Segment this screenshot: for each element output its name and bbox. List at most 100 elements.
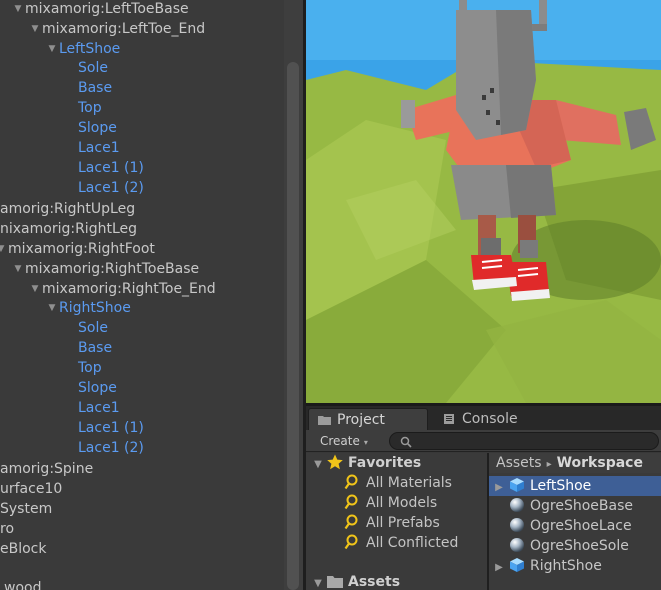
hierarchy-row[interactable]: ▼ mixamorig:RightToe_End	[28, 279, 216, 299]
search-filter-icon	[344, 474, 358, 490]
hierarchy-row-prefab[interactable]: ▼ LeftShoe	[45, 39, 121, 59]
create-button-label: Create	[320, 434, 360, 448]
folder-icon	[327, 576, 343, 588]
hierarchy-panel: ▼ mixamorig:LeftToeBase ▼ mixamorig:LeftTo…	[0, 0, 303, 590]
folder-icon	[318, 416, 331, 425]
favorites-tree: ▼ Favorites All Materials All Models All …	[306, 453, 487, 590]
favorites-header[interactable]: ▼ Favorites	[310, 453, 421, 473]
asset-item[interactable]: OgreShoeBase	[489, 496, 661, 516]
hierarchy-row-label: amorig:RightUpLeg	[0, 201, 136, 217]
hierarchy-row-prefab[interactable]: Lace1 (2)	[78, 178, 144, 198]
asset-item[interactable]: OgreShoeLace	[489, 516, 661, 536]
hierarchy-row[interactable]: ▼ mixamorig:RightFoot	[0, 239, 155, 259]
hierarchy-scrollbar-thumb[interactable]	[287, 62, 299, 590]
hierarchy-row[interactable]: eBlock	[0, 539, 46, 559]
breadcrumb-current[interactable]: Workspace	[557, 455, 643, 471]
hierarchy-row[interactable]: amorig:Spine	[0, 459, 93, 479]
hierarchy-row-label: mixamorig:RightFoot	[8, 241, 155, 257]
console-icon	[444, 414, 454, 424]
breadcrumb-root[interactable]: Assets	[496, 455, 542, 471]
expand-arrow-icon[interactable]: ▼	[45, 39, 59, 59]
hierarchy-row-label: mixamorig:LeftToe_End	[42, 21, 206, 37]
hierarchy-row-prefab[interactable]: Sole	[78, 58, 108, 78]
asset-item-label: LeftShoe	[530, 478, 592, 494]
material-sphere-icon	[510, 518, 524, 532]
asset-item-label: OgreShoeLace	[530, 518, 632, 534]
search-filter-icon	[344, 514, 358, 530]
expand-arrow-icon[interactable]: ▶	[489, 558, 509, 578]
hierarchy-row-prefab[interactable]: Sole	[78, 318, 108, 338]
hierarchy-row[interactable]: urface10	[0, 479, 62, 499]
tab-project[interactable]: Project	[308, 408, 428, 430]
favorites-item-label: All Conflicted	[366, 535, 459, 551]
favorites-item[interactable]: All Models	[344, 493, 437, 513]
collapse-arrow-icon[interactable]: ▼	[310, 574, 326, 590]
scene-render	[306, 0, 661, 403]
hierarchy-row[interactable]: ro	[0, 519, 14, 539]
hierarchy-row-label: Lace1 (2)	[78, 180, 144, 196]
collapse-arrow-icon[interactable]: ▼	[310, 455, 326, 475]
expand-arrow-icon[interactable]: ▼	[28, 19, 42, 39]
expand-arrow-icon[interactable]: ▼	[0, 239, 8, 259]
bottom-tabbar: Project Console	[306, 406, 661, 430]
material-sphere-icon	[510, 498, 524, 512]
hierarchy-row-prefab[interactable]: Top	[78, 98, 102, 118]
favorites-item-label: All Prefabs	[366, 515, 440, 531]
expand-arrow-icon[interactable]: ▼	[11, 259, 25, 279]
hierarchy-row-prefab[interactable]: Base	[78, 338, 112, 358]
expand-arrow-icon[interactable]: ▼	[45, 298, 59, 318]
asset-item[interactable]: ▶ LeftShoe	[489, 476, 661, 496]
hierarchy-row-prefab[interactable]: Base	[78, 78, 112, 98]
asset-item-label: RightShoe	[530, 558, 602, 574]
hierarchy-row-prefab[interactable]: Slope	[78, 118, 117, 138]
search-input[interactable]	[389, 432, 659, 450]
hierarchy-row-prefab[interactable]: ▼ RightShoe	[45, 298, 131, 318]
hierarchy-row-prefab[interactable]: Lace1	[78, 138, 120, 158]
expand-arrow-icon[interactable]: ▶	[489, 478, 509, 498]
hierarchy-row-label: Base	[78, 340, 113, 356]
hierarchy-row[interactable]: System	[0, 499, 52, 519]
asset-item[interactable]: ▶ RightShoe	[489, 556, 661, 576]
hierarchy-row[interactable]: nixamorig:RightLeg	[0, 219, 137, 239]
favorites-item[interactable]: All Prefabs	[344, 513, 440, 533]
expand-arrow-icon[interactable]: ▼	[28, 279, 42, 299]
hierarchy-row-prefab[interactable]: Lace1 (1)	[78, 418, 144, 438]
hierarchy-row-label: Lace1	[78, 400, 120, 416]
asset-item[interactable]: OgreShoeSole	[489, 536, 661, 556]
hierarchy-row[interactable]: ▼ mixamorig:LeftToeBase	[11, 0, 189, 19]
prefab-cube-icon	[510, 478, 524, 492]
hierarchy-row-label: amorig:Spine	[0, 461, 94, 477]
favorites-item-label: All Models	[366, 495, 438, 511]
hierarchy-row-label: Lace1 (2)	[78, 440, 144, 456]
hierarchy-row[interactable]: ▼ mixamorig:RightToeBase	[11, 259, 200, 279]
assets-folder-label: Assets	[348, 574, 401, 590]
breadcrumb-separator-icon: ▸	[546, 459, 552, 470]
hierarchy-row-prefab[interactable]: Lace1 (2)	[78, 438, 144, 458]
hierarchy-row-label: mixamorig:RightToeBase	[25, 261, 200, 277]
create-button[interactable]: Create ▾	[314, 432, 374, 450]
tab-console[interactable]: Console	[434, 408, 554, 430]
favorites-item[interactable]: All Materials	[344, 473, 452, 493]
hierarchy-row-prefab[interactable]: Top	[78, 358, 102, 378]
hierarchy-row[interactable]: ▼ mixamorig:LeftToe_End	[28, 19, 206, 39]
tab-console-label: Console	[462, 411, 518, 427]
hierarchy-row-prefab[interactable]: Slope	[78, 378, 117, 398]
hierarchy-row-prefab[interactable]: Lace1	[78, 398, 120, 418]
hierarchy-row-label: Base	[78, 80, 113, 96]
material-sphere-icon	[510, 538, 524, 552]
expand-arrow-icon[interactable]: ▼	[11, 0, 25, 19]
assets-folder-header[interactable]: ▼ Assets	[310, 572, 400, 590]
hierarchy-row[interactable]: amorig:RightUpLeg	[0, 199, 135, 219]
hierarchy-row-label: System	[0, 501, 53, 517]
hierarchy-row[interactable]: wood	[4, 578, 41, 590]
scene-view[interactable]	[306, 0, 661, 403]
search-filter-icon	[344, 494, 358, 510]
hierarchy-row-prefab[interactable]: Lace1 (1)	[78, 158, 144, 178]
hierarchy-row-label: mixamorig:LeftToeBase	[25, 1, 189, 17]
favorites-item[interactable]: All Conflicted	[344, 533, 458, 553]
tab-project-label: Project	[337, 412, 385, 428]
assets-list: Assets ▸ Workspace ▶ LeftShoe OgreShoeBase …	[489, 453, 661, 590]
hierarchy-row-label: Top	[78, 360, 102, 376]
asset-item-label: OgreShoeSole	[530, 538, 629, 554]
hierarchy-row-label: RightShoe	[59, 300, 131, 316]
